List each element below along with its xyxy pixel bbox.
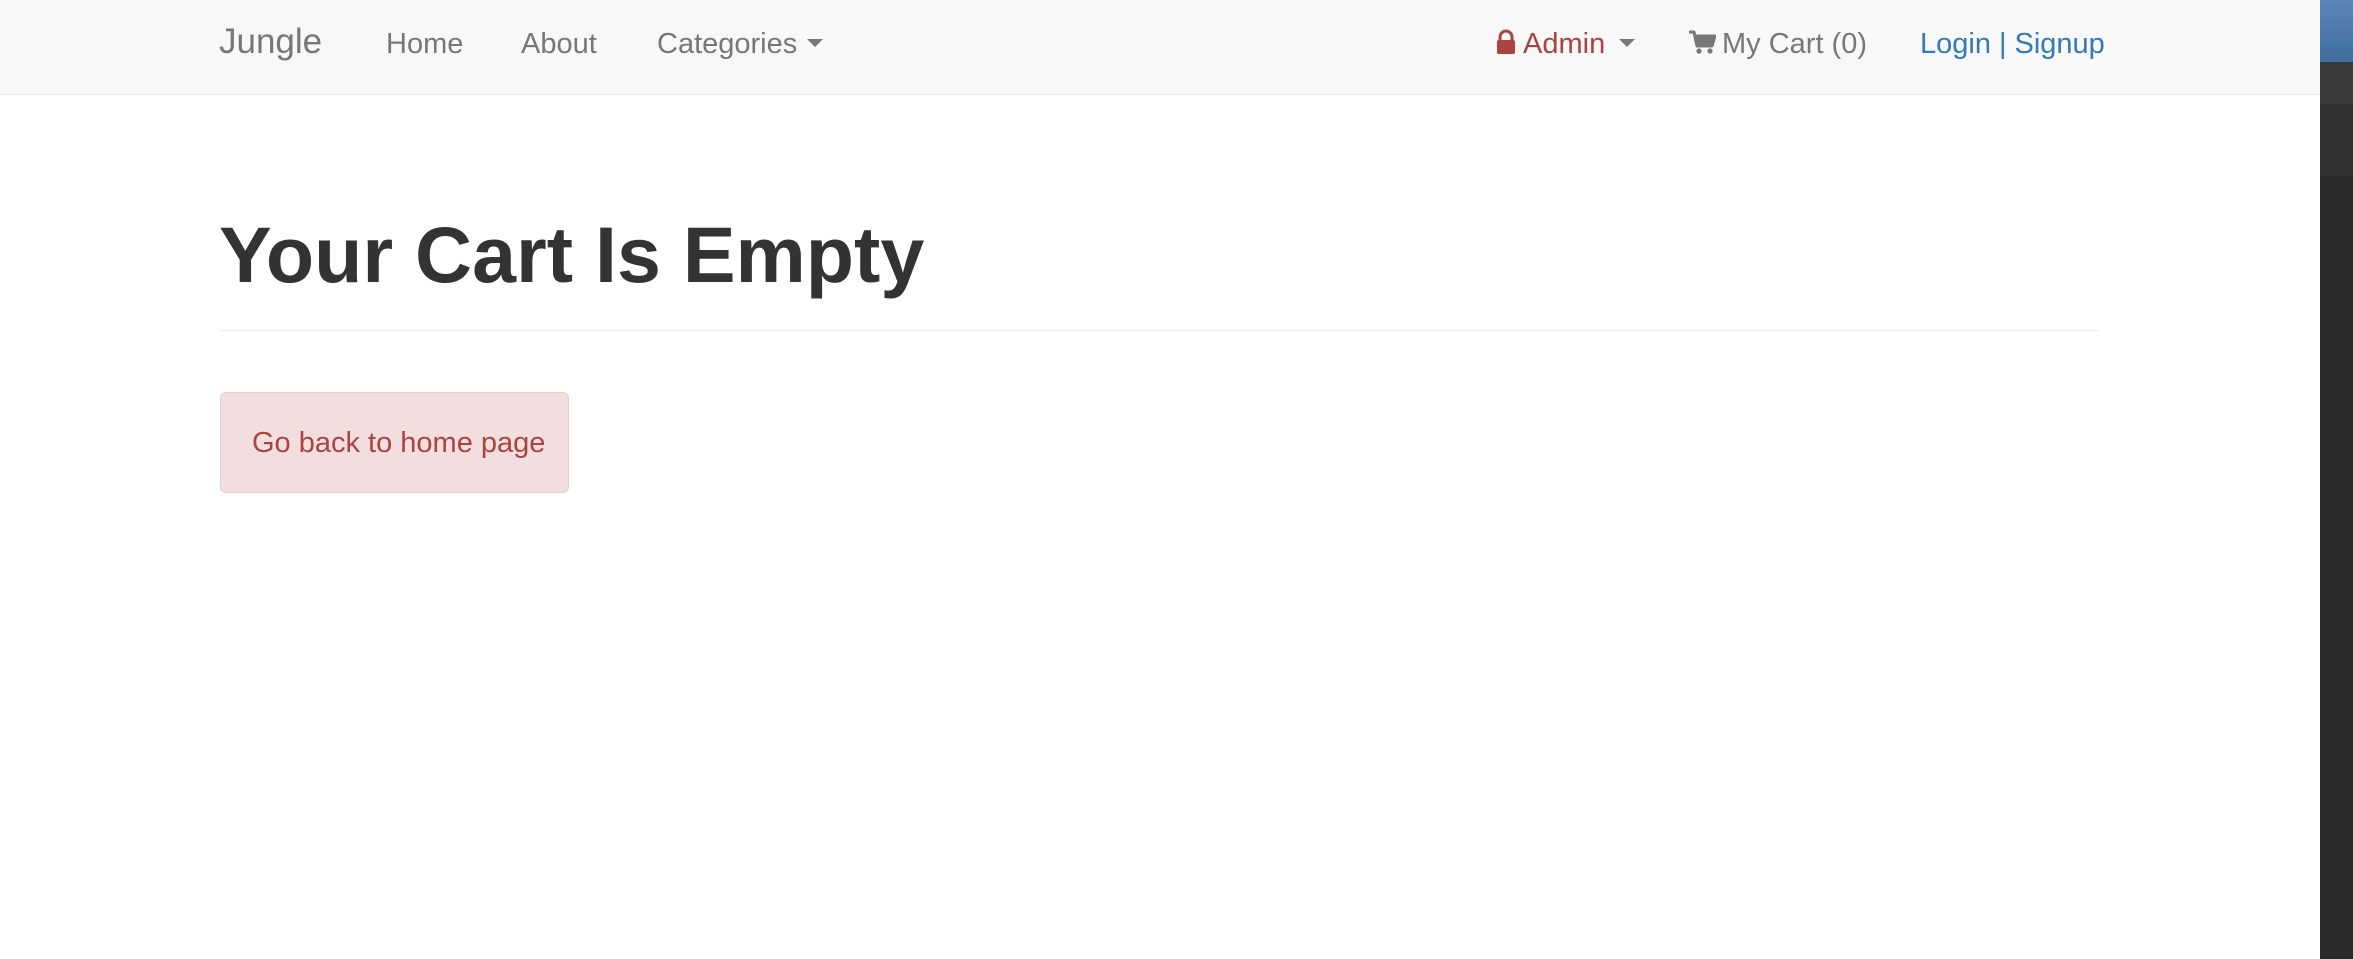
window-edge-band	[2320, 62, 2353, 104]
back-home-link[interactable]: Go back to home page	[252, 423, 545, 463]
page-header: Your Cart Is Empty	[219, 208, 2100, 331]
empty-cart-alert: Go back to home page	[220, 392, 569, 493]
shopping-cart-icon	[1689, 30, 1716, 54]
caret-down-icon	[1619, 39, 1636, 48]
nav-categories-dropdown[interactable]: Categories	[657, 24, 824, 64]
nav-cart-label: My Cart (0)	[1722, 28, 1867, 60]
signup-link[interactable]: Signup	[2015, 28, 2105, 60]
navbar: Jungle Home About Categories Admin My Ca…	[0, 0, 2320, 95]
lock-icon	[1497, 29, 1515, 55]
auth-separator: |	[1998, 28, 2007, 60]
nav-home-link[interactable]: Home	[386, 24, 463, 64]
window-edge-top	[2320, 0, 2353, 62]
page: Jungle Home About Categories Admin My Ca…	[0, 0, 2320, 959]
window-edge	[2320, 0, 2353, 959]
window-edge-band-lower	[2320, 104, 2353, 176]
nav-about-link[interactable]: About	[521, 24, 597, 64]
caret-down-icon	[807, 39, 824, 48]
nav-categories-label: Categories	[657, 28, 798, 60]
login-link[interactable]: Login	[1920, 28, 1991, 60]
nav-admin-label: Admin	[1523, 28, 1606, 60]
brand-link[interactable]: Jungle	[219, 22, 322, 62]
page-title: Your Cart Is Empty	[219, 210, 925, 299]
nav-cart-link[interactable]: My Cart (0)	[1688, 24, 1867, 64]
nav-admin-dropdown[interactable]: Admin	[1493, 24, 1636, 64]
auth-links: Login | Signup	[1920, 24, 2105, 64]
